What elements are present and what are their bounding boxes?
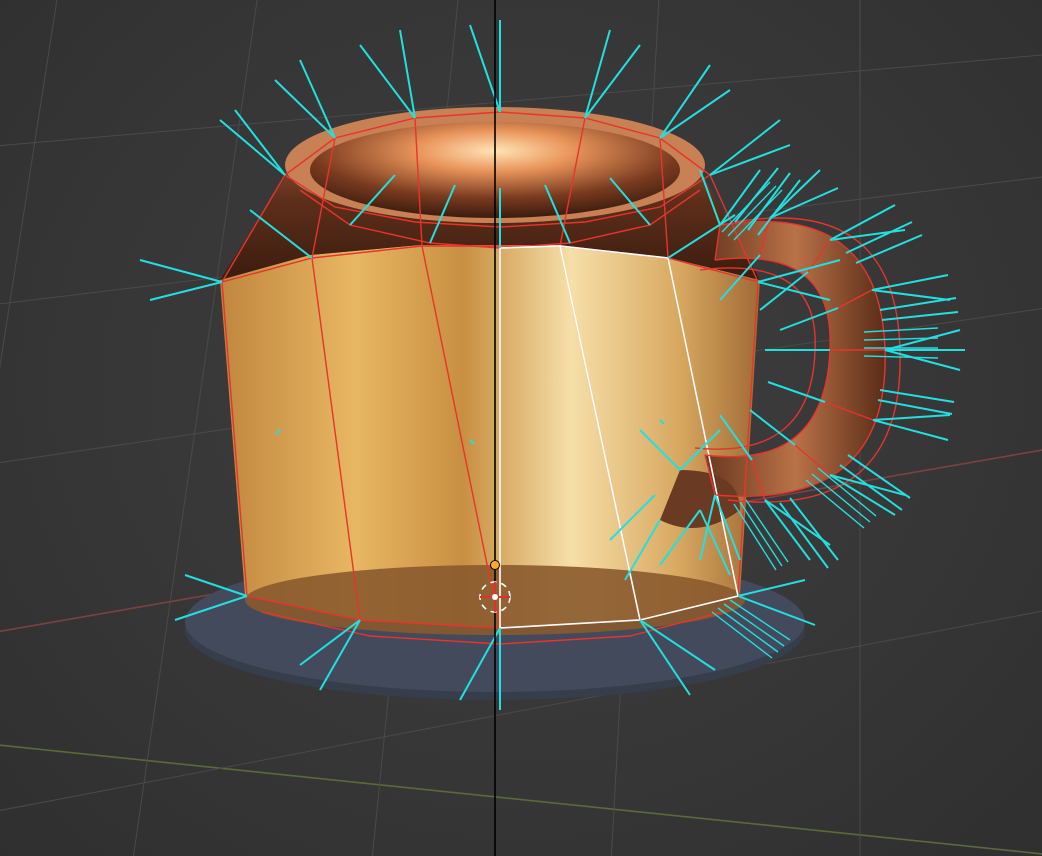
viewport-svg (0, 0, 1042, 856)
object-origin (491, 561, 500, 570)
mug-body (220, 107, 760, 635)
3d-cursor[interactable] (480, 582, 510, 612)
3d-viewport[interactable] (0, 0, 1042, 856)
